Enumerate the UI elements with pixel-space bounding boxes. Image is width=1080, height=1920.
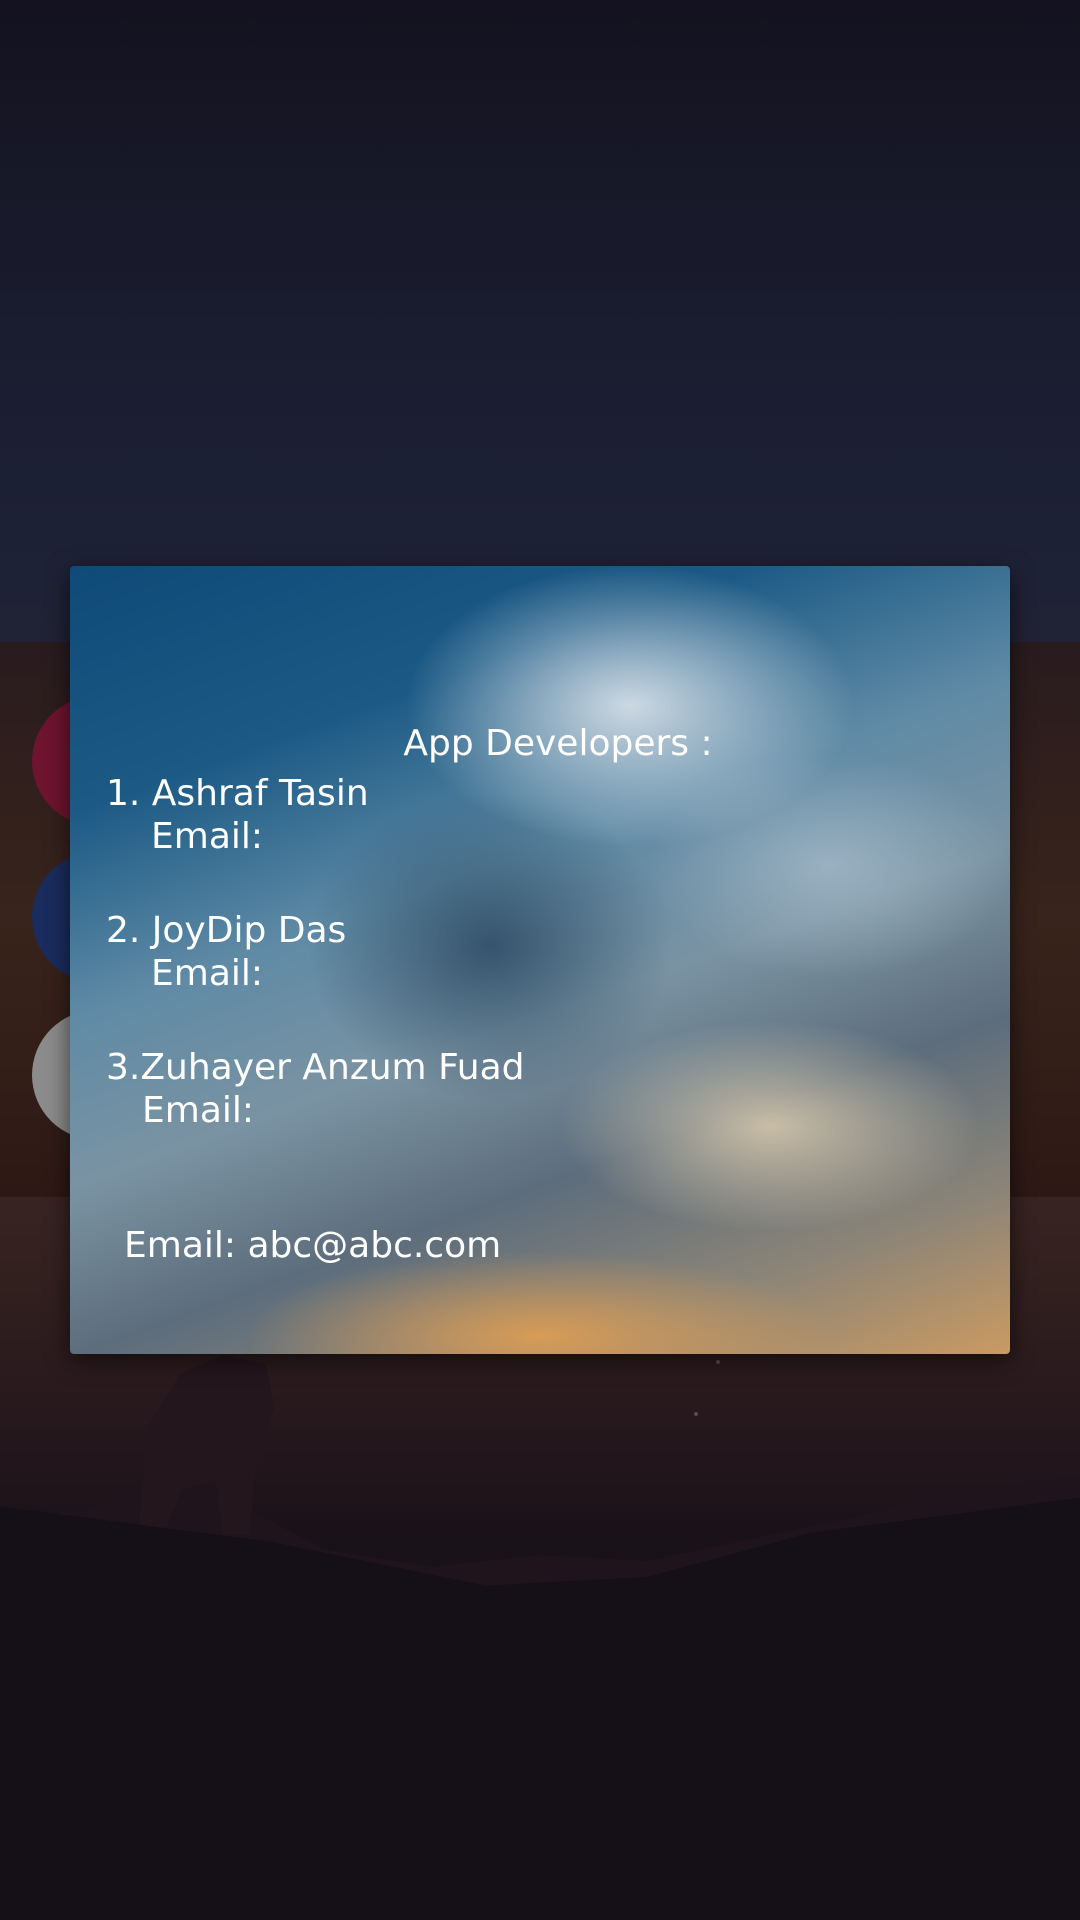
- developer-entry: 2. JoyDip Das Email:: [106, 909, 346, 995]
- about-dialog: App Developers : 1. Ashraf Tasin Email: …: [70, 566, 1010, 1354]
- background-foreground-hill: [0, 1497, 1080, 1920]
- developer-entry: 1. Ashraf Tasin Email:: [106, 772, 369, 858]
- developer-email-label: Email:: [151, 816, 264, 857]
- developer-entry: 3.Zuhayer Anzum Fuad Email:: [106, 1046, 525, 1132]
- screen: App Developers : 1. Ashraf Tasin Email: …: [0, 0, 1080, 1920]
- dialog-title: App Developers :: [403, 723, 713, 764]
- about-dialog-content: App Developers : 1. Ashraf Tasin Email: …: [70, 566, 1010, 1354]
- contact-email-link[interactable]: Email: abc@abc.com: [124, 1224, 501, 1267]
- developer-email-label: Email:: [151, 953, 264, 994]
- background-star: [694, 1412, 698, 1416]
- developer-name: 3.Zuhayer Anzum Fuad: [106, 1047, 525, 1088]
- background-star: [716, 1360, 720, 1364]
- developer-name: 2. JoyDip Das: [106, 910, 347, 951]
- developer-email-label: Email:: [142, 1090, 255, 1131]
- developer-name: 1. Ashraf Tasin: [106, 773, 369, 814]
